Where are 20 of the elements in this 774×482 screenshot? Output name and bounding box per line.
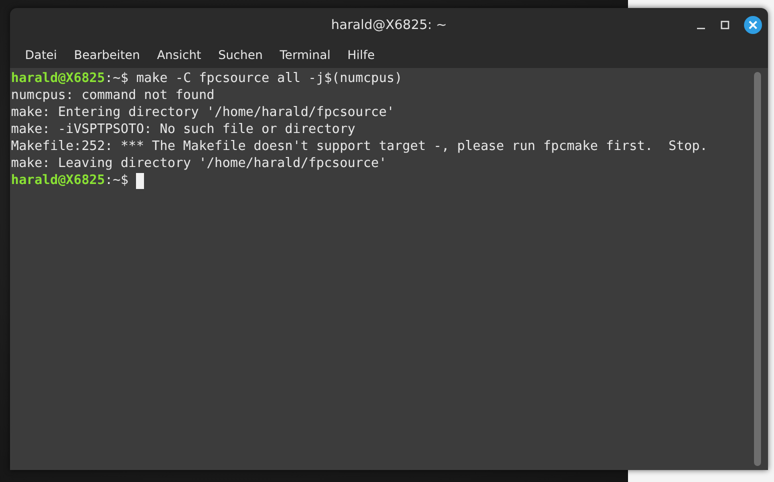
menu-item[interactable]: Suchen bbox=[211, 48, 270, 62]
output-line: make: Leaving directory '/home/harald/fpcsource' bbox=[11, 155, 388, 172]
menu-item[interactable]: Hilfe bbox=[340, 48, 382, 62]
menu-item[interactable]: Ansicht bbox=[150, 48, 208, 62]
menu-item[interactable]: Terminal bbox=[272, 48, 338, 62]
prompt-path: :~$ bbox=[104, 172, 128, 189]
output-line: make: -iVSPTPSOTO: No such file or directory bbox=[11, 121, 356, 138]
prompt-path: :~$ bbox=[104, 70, 128, 87]
scrollbar-thumb[interactable] bbox=[754, 72, 761, 466]
maximize-icon[interactable] bbox=[720, 20, 730, 30]
output-line: numcpus: command not found bbox=[11, 87, 216, 104]
prompt-user-host: harald@X6825 bbox=[11, 70, 105, 87]
menu-item[interactable]: Datei bbox=[18, 48, 64, 62]
prompt-user-host: harald@X6825 bbox=[11, 172, 105, 189]
output-line: Makefile:252: *** The Makefile doesn't support target -, please run fpcmake first. Stop. bbox=[11, 138, 709, 155]
command-text: make -C fpcsource all -j$(numcpus) bbox=[135, 70, 402, 87]
close-icon[interactable] bbox=[744, 16, 762, 34]
output-line: make: Entering directory '/home/harald/fpcsource' bbox=[11, 104, 396, 121]
window-title: harald@X6825: ~ bbox=[331, 18, 447, 32]
menu-item[interactable]: Bearbeiten bbox=[67, 48, 147, 62]
